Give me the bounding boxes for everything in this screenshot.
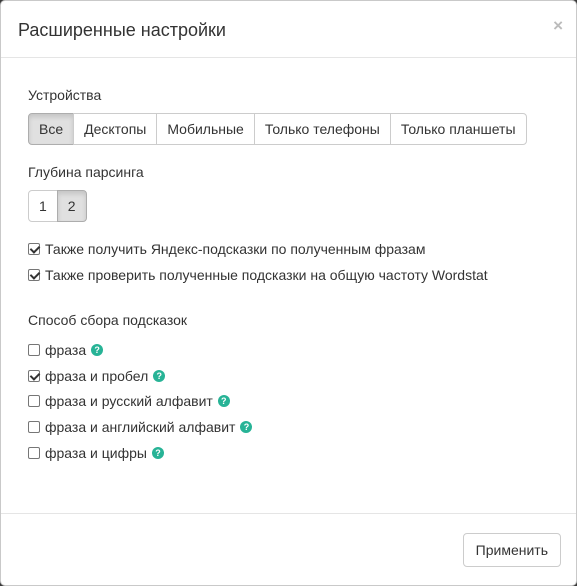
device-all-button[interactable]: Все [28,113,75,145]
modal-footer: Применить [1,513,576,586]
method-item-phrase-space-label: фраза и пробел [45,368,149,384]
checkbox-method-phrase-digits[interactable] [28,447,40,459]
depth-label: Глубина парсинга [28,164,144,180]
advanced-settings-modal: Расширенные настройки × Устройства Все Д… [0,0,577,586]
devices-label: Устройства [28,87,102,103]
question-circle-icon[interactable]: ? [153,370,166,382]
question-circle-icon[interactable]: ? [91,344,104,356]
checkbox-method-phrase-space[interactable] [28,370,40,382]
question-circle-icon[interactable]: ? [217,395,230,407]
method-item-phrase-russian[interactable]: фраза и русский алфавит ? [28,393,230,409]
method-item-phrase-space[interactable]: фраза и пробел ? [28,368,166,384]
method-item-phrase-english-label: фраза и английский алфавит [45,419,236,435]
option-wordstat-check-label: Также проверить полученные подсказки на … [45,267,488,283]
method-item-phrase-label: фраза [45,342,87,358]
apply-button[interactable]: Применить [462,533,561,567]
method-item-phrase-russian-label: фраза и русский алфавит [45,393,213,409]
modal-header: Расширенные настройки × [1,1,576,58]
question-circle-icon[interactable]: ? [240,421,253,433]
device-tablets-button[interactable]: Только планшеты [389,113,527,145]
devices-button-group: Все Десктопы Мобильные Только телефоны Т… [28,113,527,145]
option-yandex-suggestions-label: Также получить Яндекс-подсказки по получ… [45,241,426,257]
option-yandex-suggestions[interactable]: Также получить Яндекс-подсказки по получ… [28,241,425,257]
method-item-phrase-digits[interactable]: фраза и цифры ? [28,445,164,461]
method-item-phrase-digits-label: фраза и цифры [45,445,147,461]
method-label: Способ сбора подсказок [28,312,188,328]
method-item-phrase-english[interactable]: фраза и английский алфавит ? [28,419,253,435]
checkbox-method-phrase[interactable] [28,344,40,356]
modal-title: Расширенные настройки [18,20,226,40]
device-desktop-button[interactable]: Десктопы [73,113,158,145]
depth-button-group: 1 2 [28,190,87,222]
checkbox-method-phrase-russian[interactable] [28,395,40,407]
method-item-phrase[interactable]: фраза ? [28,342,104,358]
checkbox-yandex-suggestions[interactable] [28,243,40,255]
depth-1-button[interactable]: 1 [28,190,58,222]
close-button[interactable]: × [553,16,563,36]
depth-2-button[interactable]: 2 [56,190,87,222]
device-mobile-button[interactable]: Мобильные [156,113,255,145]
question-circle-icon[interactable]: ? [151,447,164,459]
checkbox-method-phrase-english[interactable] [28,421,40,433]
option-wordstat-check[interactable]: Также проверить полученные подсказки на … [28,267,488,283]
device-phones-button[interactable]: Только телефоны [253,113,391,145]
checkbox-wordstat-check[interactable] [28,269,40,281]
